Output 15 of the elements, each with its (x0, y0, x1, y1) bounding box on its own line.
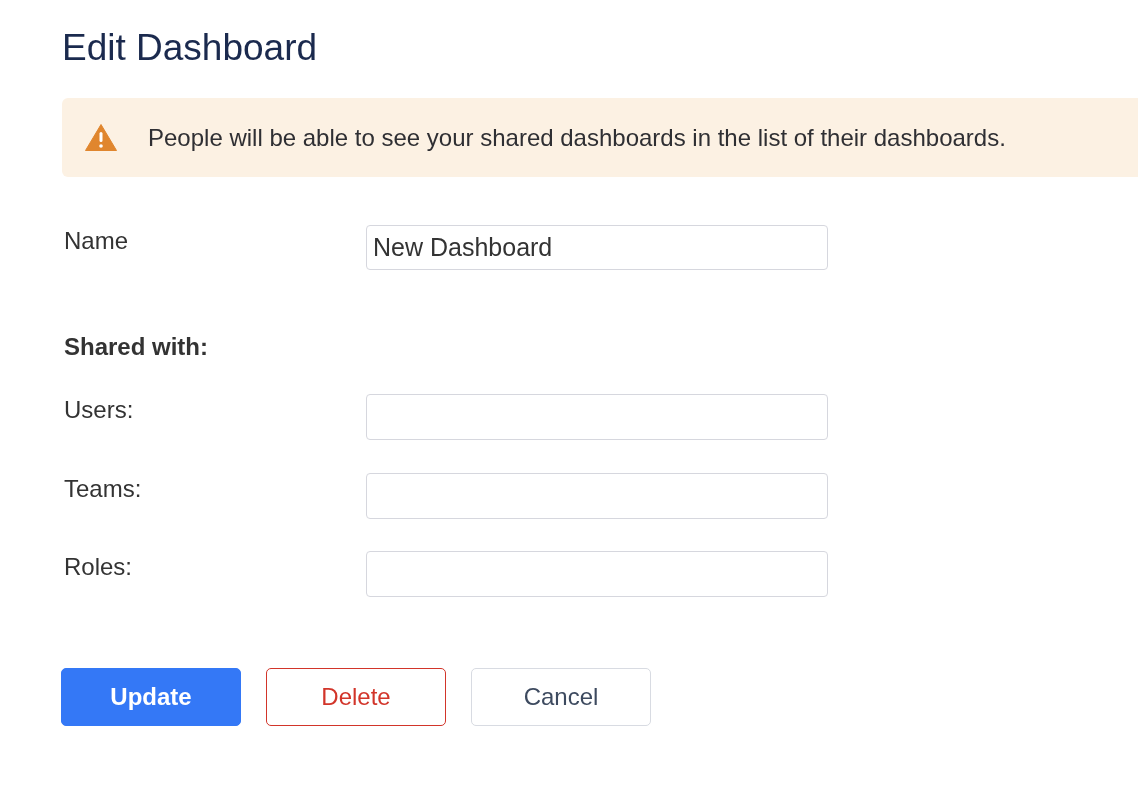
warning-icon (85, 124, 117, 151)
danger-button[interactable]: Delete (266, 668, 446, 726)
field-label: Roles: (64, 552, 133, 582)
input-field[interactable] (366, 551, 828, 597)
name-input[interactable]: New Dashboard (366, 225, 828, 270)
section-heading: Shared with: (64, 332, 208, 362)
input-field[interactable] (366, 394, 828, 440)
field-label: Name (64, 226, 129, 256)
warning-message: People will be able to see your shared dashboards in the list of their dashboards. (148, 122, 1006, 153)
primary-button[interactable]: Update (61, 668, 241, 726)
field-label: Teams: (64, 474, 142, 504)
input-field[interactable] (366, 473, 828, 519)
secondary-button[interactable]: Cancel (471, 668, 651, 726)
page-title: Edit Dashboard (62, 26, 318, 70)
field-label: Users: (64, 395, 134, 425)
